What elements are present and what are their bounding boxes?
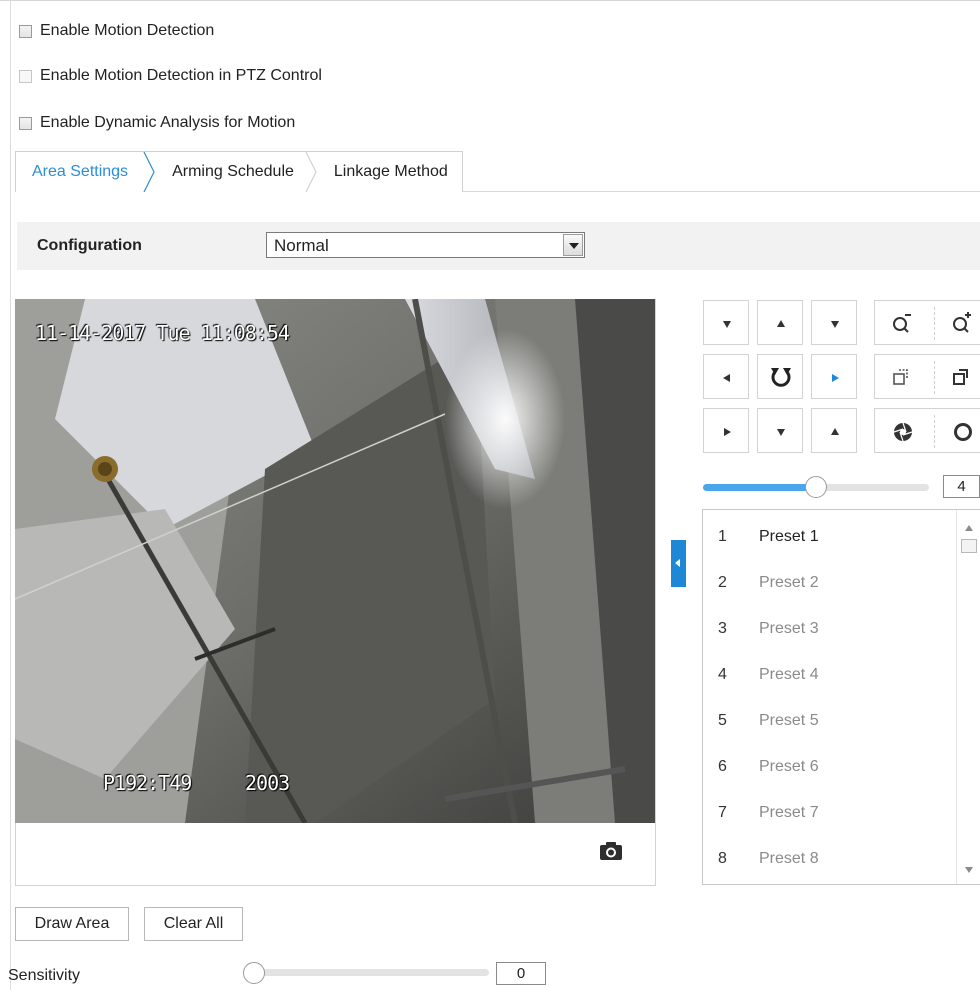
preset-number: 4 xyxy=(718,666,727,683)
left-border xyxy=(10,0,11,990)
enable-motion-detection-label: Enable Motion Detection xyxy=(40,22,215,39)
preset-number: 1 xyxy=(718,528,727,545)
scrollbar-thumb[interactable] xyxy=(961,539,977,553)
preset-item[interactable]: 3 Preset 3 xyxy=(703,607,963,653)
preset-list-scrollbar[interactable] xyxy=(956,510,980,884)
iris-close-icon[interactable] xyxy=(892,421,914,443)
ptz-right-button[interactable] xyxy=(811,354,857,399)
focus-far-icon[interactable] xyxy=(952,367,972,387)
option-enable-motion-detection-ptz[interactable]: Enable Motion Detection in PTZ Control xyxy=(19,67,322,85)
option-enable-motion-detection[interactable]: Enable Motion Detection xyxy=(19,22,214,40)
preset-label: Preset 8 xyxy=(759,850,819,867)
preset-number: 7 xyxy=(718,804,727,821)
tab-bar: Area Settings Arming Schedule Linkage Me… xyxy=(15,151,980,192)
ptz-auto-pan-button[interactable] xyxy=(757,354,803,399)
tab-linkage-method-label: Linkage Method xyxy=(333,163,448,180)
video-camera-id: P192:T49 xyxy=(103,771,192,795)
preset-number: 2 xyxy=(718,574,727,591)
preset-item[interactable]: 4 Preset 4 xyxy=(703,653,963,699)
preset-label: Preset 3 xyxy=(759,620,819,637)
scroll-down-icon[interactable] xyxy=(964,866,974,874)
ptz-up-button[interactable] xyxy=(757,300,803,345)
preset-label: Preset 5 xyxy=(759,712,819,729)
preset-label: Preset 6 xyxy=(759,758,819,775)
tab-arming-schedule[interactable]: Arming Schedule xyxy=(152,152,317,192)
enable-dynamic-analysis-label: Enable Dynamic Analysis for Motion xyxy=(40,114,296,131)
enable-motion-detection-checkbox[interactable] xyxy=(19,24,32,38)
iris-open-icon[interactable] xyxy=(952,421,974,443)
video-timestamp: 11-14-2017 Tue 11:08:54 xyxy=(35,321,290,345)
preset-label: Preset 4 xyxy=(759,666,819,683)
preset-label: Preset 2 xyxy=(759,574,819,591)
tab-linkage-method[interactable]: Linkage Method xyxy=(314,152,462,192)
preset-item[interactable]: 6 Preset 6 xyxy=(703,745,963,791)
draw-area-button[interactable]: Draw Area xyxy=(15,907,129,941)
preset-label: Preset 7 xyxy=(759,804,819,821)
preset-item[interactable]: 5 Preset 5 xyxy=(703,699,963,745)
preset-label: Preset 1 xyxy=(759,528,819,545)
ptz-speed-slider-fill xyxy=(703,484,816,491)
tab-arming-schedule-label: Arming Schedule xyxy=(172,163,294,180)
ptz-speed-value[interactable]: 4 xyxy=(943,475,980,498)
arrow-right-icon xyxy=(724,428,731,436)
focus-group xyxy=(874,354,980,399)
top-border xyxy=(0,0,980,1)
enable-motion-detection-ptz-checkbox[interactable] xyxy=(19,69,32,83)
clear-all-button[interactable]: Clear All xyxy=(144,907,243,941)
preset-number: 3 xyxy=(718,620,727,637)
arrow-up-icon xyxy=(777,320,785,327)
focus-near-icon[interactable] xyxy=(892,367,912,387)
sensitivity-value[interactable]: 0 xyxy=(496,962,546,985)
preset-number: 6 xyxy=(718,758,727,775)
sensitivity-slider-track[interactable] xyxy=(245,969,489,976)
group-separator xyxy=(934,361,935,394)
configuration-selected-value: Normal xyxy=(274,236,329,255)
configuration-select[interactable]: Normal xyxy=(266,232,585,258)
arrow-right-icon xyxy=(832,374,839,382)
tab-area-settings[interactable]: Area Settings xyxy=(16,152,155,192)
ptz-panel-collapse-button[interactable] xyxy=(671,540,686,587)
refresh-icon xyxy=(771,368,791,387)
sensitivity-label: Sensitivity xyxy=(8,967,81,984)
preset-item[interactable]: 1 Preset 1 xyxy=(703,515,963,561)
ptz-down-right-button[interactable] xyxy=(811,408,857,453)
chevron-down-icon[interactable] xyxy=(563,234,583,256)
enable-motion-detection-ptz-label: Enable Motion Detection in PTZ Control xyxy=(40,67,322,84)
sensitivity-slider-knob[interactable] xyxy=(243,962,265,984)
preset-item[interactable]: 8 Preset 8 xyxy=(703,837,963,883)
preset-number: 5 xyxy=(718,712,727,729)
tab-strip: Area Settings Arming Schedule Linkage Me… xyxy=(15,151,463,192)
arrow-up-icon xyxy=(831,428,839,435)
zoom-group xyxy=(874,300,980,345)
option-enable-dynamic-analysis[interactable]: Enable Dynamic Analysis for Motion xyxy=(19,114,295,132)
arrow-down-right-icon xyxy=(831,321,839,328)
enable-dynamic-analysis-checkbox[interactable] xyxy=(19,116,32,130)
preset-item[interactable]: 7 Preset 7 xyxy=(703,791,963,837)
video-camera-code: 2003 xyxy=(245,771,290,795)
scroll-up-icon[interactable] xyxy=(964,524,974,532)
preset-item[interactable]: 2 Preset 2 xyxy=(703,561,963,607)
snapshot-camera-icon[interactable] xyxy=(600,842,622,860)
configuration-label: Configuration xyxy=(37,237,142,254)
preset-list: 1 Preset 1 2 Preset 2 3 Preset 3 4 Prese… xyxy=(702,509,980,885)
ptz-down-left-button[interactable] xyxy=(703,408,749,453)
live-video[interactable]: 11-14-2017 Tue 11:08:54 P192:T49 2003 xyxy=(15,299,655,823)
arrow-down-icon xyxy=(777,429,785,436)
arrow-down-left-icon xyxy=(723,321,731,328)
group-separator xyxy=(934,415,935,448)
video-scene-image xyxy=(15,299,655,823)
tab-area-settings-label: Area Settings xyxy=(32,163,129,180)
iris-group xyxy=(874,408,980,453)
zoom-in-icon[interactable] xyxy=(951,312,973,334)
group-separator xyxy=(934,307,935,340)
ptz-left-button[interactable] xyxy=(703,354,749,399)
ptz-up-left-button[interactable] xyxy=(703,300,749,345)
ptz-down-button[interactable] xyxy=(757,408,803,453)
ptz-speed-slider-knob[interactable] xyxy=(805,476,827,498)
zoom-out-icon[interactable] xyxy=(891,312,913,334)
ptz-up-right-button[interactable] xyxy=(811,300,857,345)
arrow-left-icon xyxy=(723,374,730,382)
preset-number: 8 xyxy=(718,850,727,867)
configuration-bar: Configuration Normal xyxy=(17,222,980,270)
